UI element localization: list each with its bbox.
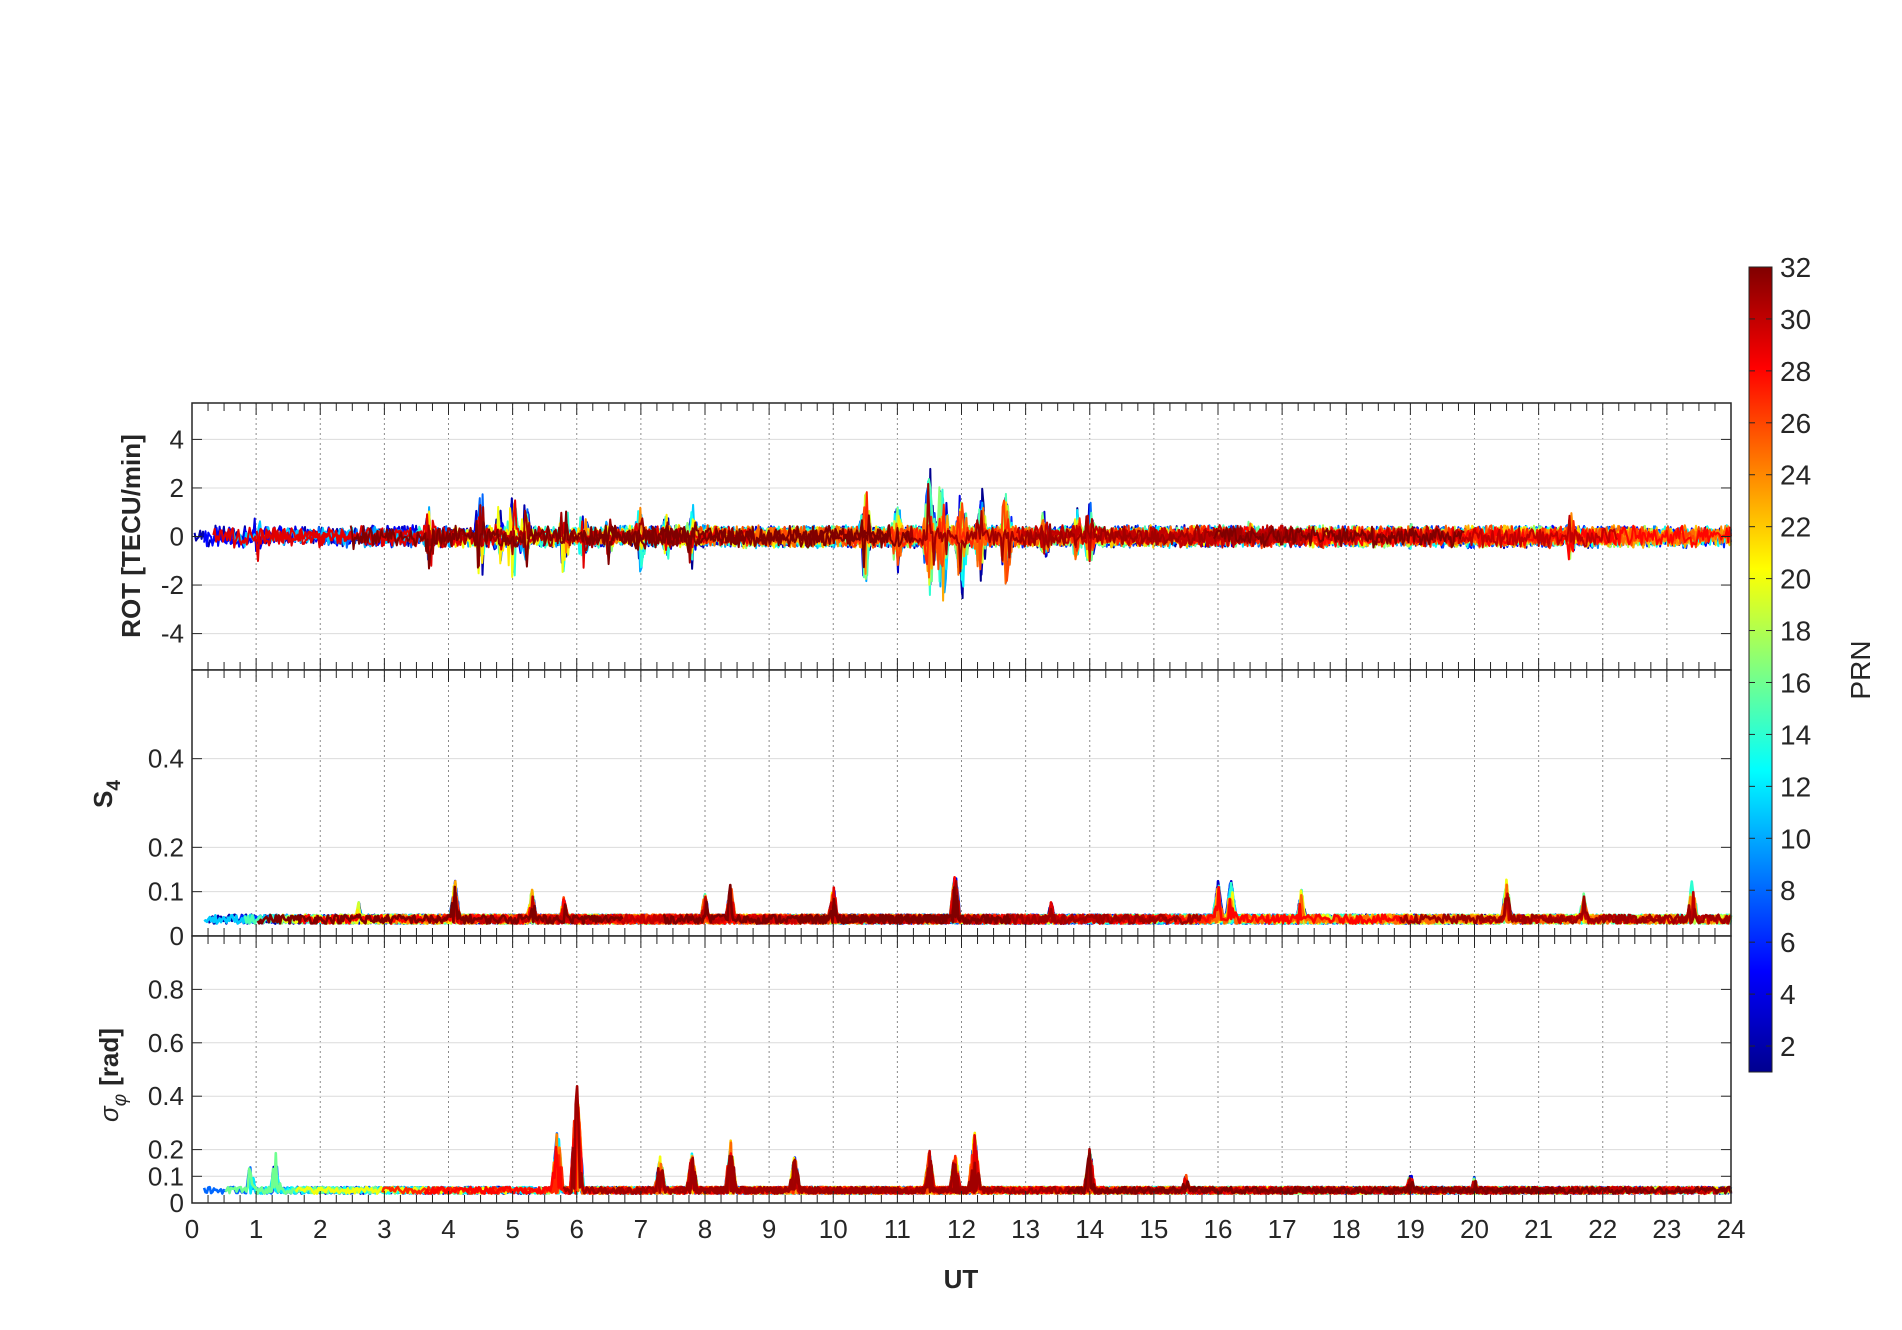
sigma-phi-panel: 00.10.20.40.60.8 0 1 2 3 4 5 6 7 8 9 10 11 12 13 14 15 1…	[94, 935, 1746, 1294]
x-tick-label: 2	[313, 1214, 327, 1244]
colorbar-tick-label: 4	[1780, 979, 1796, 1010]
x-tick-label: 4	[441, 1214, 455, 1244]
colorbar-tick-label: 2	[1780, 1031, 1796, 1062]
x-tick-label: 12	[947, 1214, 976, 1244]
colorbar-tick-label: 16	[1780, 667, 1811, 698]
sigma-unit: [rad]	[94, 1028, 124, 1086]
x-tick-label: 6	[570, 1214, 584, 1244]
x-tick-label: 8	[698, 1214, 712, 1244]
x-tick-label: 7	[634, 1214, 648, 1244]
y-tick-label: 0.1	[148, 877, 184, 907]
y-tick-label: 0.1	[148, 1161, 184, 1191]
colorbar-tick-label: 12	[1780, 771, 1811, 802]
colorbar-tick-label: 30	[1780, 304, 1811, 335]
sigma-y-axis-label: σφ [rad]	[94, 1028, 131, 1122]
colorbar-tick-label: 18	[1780, 616, 1811, 647]
x-tick-label: 16	[1204, 1214, 1233, 1244]
x-tick-label: 5	[505, 1214, 519, 1244]
y-tick-label: 0.8	[148, 974, 184, 1004]
sigma-subscript: φ	[110, 1094, 131, 1106]
colorbar-tick-label: 20	[1780, 564, 1811, 595]
y-tick-label: 0.4	[148, 744, 184, 774]
y-tick-label: -4	[161, 619, 184, 649]
x-tick-label: 3	[377, 1214, 391, 1244]
colorbar-tick-label: 28	[1780, 356, 1811, 387]
x-tick-label: 9	[762, 1214, 776, 1244]
x-tick-label: 20	[1460, 1214, 1489, 1244]
colorbar-tick-label: 6	[1780, 927, 1796, 958]
colorbar-tick-label: 10	[1780, 823, 1811, 854]
x-axis-label: UT	[944, 1264, 979, 1294]
s4-panel: 0 0.1 0.2 0.4 S4	[88, 669, 1733, 951]
figure: -4-2024 ROT [TECU/min] 00.10.20.4 S4 00.…	[88, 252, 1876, 1294]
x-tick-label: 21	[1524, 1214, 1553, 1244]
y-tick-label: 2	[170, 473, 184, 503]
s4-label-subscript: 4	[104, 780, 125, 791]
x-tick-label: 14	[1075, 1214, 1104, 1244]
x-tick-label: 10	[819, 1214, 848, 1244]
colorbar-tick-label: 22	[1780, 512, 1811, 543]
x-tick-label: 24	[1717, 1214, 1746, 1244]
x-tick-label: 11	[884, 1214, 911, 1244]
colorbar-label: PRN	[1845, 640, 1876, 699]
colorbar-gradient	[1748, 266, 1773, 1073]
y-tick-label: 0.2	[148, 832, 184, 862]
y-tick-label: 0	[170, 921, 184, 951]
colorbar-tick-label: 32	[1780, 252, 1811, 283]
y-tick-label: 0.6	[148, 1028, 184, 1058]
x-tick-label: 17	[1268, 1214, 1297, 1244]
y-tick-label: 0	[170, 1188, 184, 1218]
x-tick-label: 15	[1139, 1214, 1168, 1244]
x-axis-ticks: 0 1 2 3 4 5 6 7 8 9 10 11 12 13 14 15 16 17 18 19 20 21 22 23 24	[185, 1214, 1746, 1244]
y-tick-label: 0.2	[148, 1135, 184, 1165]
s4-y-axis-label: S4	[88, 780, 125, 808]
y-tick-label: 0	[170, 522, 184, 552]
sigma-symbol: σ	[94, 1105, 124, 1122]
colorbar-tick-label: 14	[1780, 719, 1811, 750]
x-tick-label: 0	[185, 1214, 199, 1244]
x-tick-label: 23	[1652, 1214, 1681, 1244]
y-tick-label: -2	[161, 570, 184, 600]
y-tick-label: 0.4	[148, 1081, 184, 1111]
colorbar-tick-label: 24	[1780, 460, 1811, 491]
x-tick-label: 18	[1332, 1214, 1361, 1244]
colorbar-tick-label: 26	[1780, 408, 1811, 439]
s4-label-main: S	[88, 791, 118, 808]
colorbar-tick-label: 8	[1780, 875, 1796, 906]
x-tick-label: 19	[1396, 1214, 1425, 1244]
rot-y-axis-label: ROT [TECU/min]	[116, 434, 146, 638]
x-tick-label: 13	[1011, 1214, 1040, 1244]
x-tick-label: 22	[1588, 1214, 1617, 1244]
rot-panel: -4 -2 0 2 4 ROT [TECU/min]	[116, 402, 1732, 671]
x-tick-label: 1	[249, 1214, 263, 1244]
y-tick-label: 4	[170, 424, 184, 454]
colorbar: 2468101214161820222426283032 PRN	[1748, 252, 1876, 1073]
